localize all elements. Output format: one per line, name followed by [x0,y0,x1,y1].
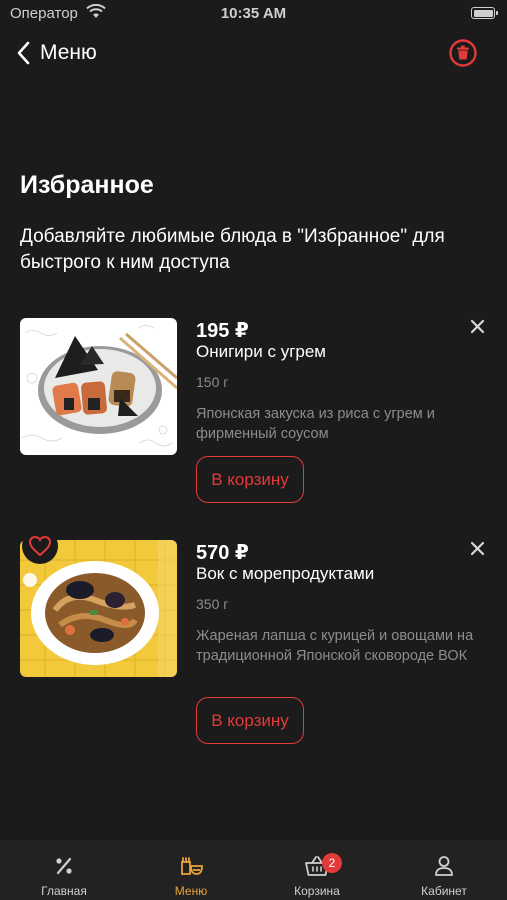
tab-menu[interactable]: Меню [136,840,246,900]
item-weight: 150 г [196,374,229,390]
user-icon [435,856,453,876]
item-name: Онигири с угрем [196,342,326,361]
battery-icon [471,7,498,19]
favorite-item-card: 570 ₽ Вок с морепродуктами 350 г Жареная… [0,528,507,750]
cart-count-badge: 2 [322,853,342,873]
clear-favorites-button[interactable] [449,39,477,67]
item-description: Японская закуска из риса с угрем и фирме… [196,406,435,442]
page-title: Избранное [20,171,154,199]
tab-label: Кабинет [421,884,467,898]
back-button[interactable]: Меню [14,38,97,68]
item-description: Жареная лапша с курицей и овощами на тра… [196,628,474,664]
heart-icon [28,535,52,557]
item-name: Вок с морепродуктами [196,564,375,583]
add-to-cart-button[interactable]: В корзину [196,456,304,503]
tab-label: Корзина [294,884,340,898]
item-price: 195 ₽ [196,320,249,342]
tab-label: Главная [41,884,87,898]
item-price: 570 ₽ [196,542,249,564]
page-subtitle: Добавляйте любимые блюда в "Избранное" д… [20,226,445,273]
tab-cart[interactable]: 2 Корзина [262,840,372,900]
add-to-cart-button[interactable]: В корзину [196,697,304,744]
chevron-left-icon [17,41,30,65]
tab-account[interactable]: Кабинет [389,840,499,900]
dish-image[interactable] [20,318,177,455]
favorite-item-card: 195 ₽ Онигири с угрем 150 г Японская зак… [0,318,507,518]
percent-icon [56,857,72,875]
tab-label: Меню [174,884,208,898]
status-time: 10:35 AM [220,5,287,22]
tab-home[interactable]: Главная [9,840,119,900]
favorite-toggle[interactable] [22,528,58,564]
back-button-label: Меню [40,41,97,64]
trash-icon [449,39,477,67]
onigiri-photo [20,318,177,455]
remove-item-icon[interactable] [469,540,486,557]
menu-food-icon [181,857,203,875]
status-bar: Оператор 10:35 AM [0,0,507,28]
remove-item-icon[interactable] [469,318,486,335]
bottom-tab-bar: Главная Меню 2 Корзина Кабинет [0,840,507,900]
item-weight: 350 г [196,596,229,612]
